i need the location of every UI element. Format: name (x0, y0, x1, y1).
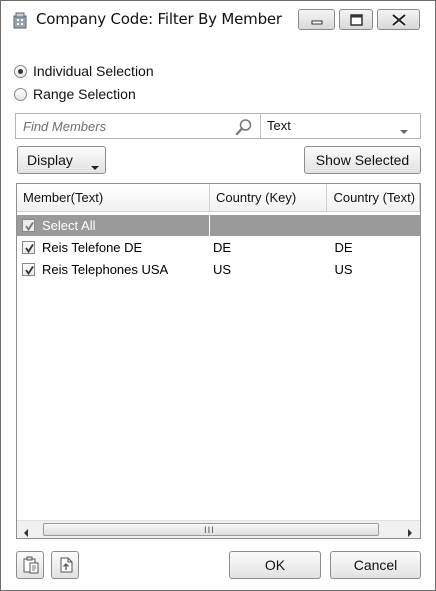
row-checkbox[interactable] (22, 263, 35, 276)
table-row[interactable]: Reis Telefone DE DE DE (17, 237, 420, 258)
paste-button[interactable] (16, 551, 44, 579)
country-key: US (213, 262, 232, 277)
table-cell (327, 215, 420, 236)
ok-button[interactable]: OK (229, 551, 321, 579)
checkmark-icon (25, 266, 34, 276)
select-all-label: Select All (42, 218, 96, 233)
close-button[interactable] (377, 9, 420, 30)
close-icon (391, 13, 407, 27)
column-header-country-key[interactable]: Country (Key) (210, 184, 328, 212)
filter-dialog: Company Code: Filter By Member Individua… (0, 0, 436, 591)
maximize-icon (350, 14, 363, 26)
minimize-button[interactable] (298, 9, 335, 30)
member-table: Member(Text) Country (Key) Country (Text… (16, 183, 421, 539)
show-selected-label: Show Selected (315, 152, 410, 168)
column-header-member-text[interactable]: Member(Text) (17, 184, 211, 212)
minimize-icon (311, 20, 323, 25)
table-cell (210, 215, 327, 236)
radio-button[interactable] (14, 87, 27, 101)
select-all-row[interactable]: Select All (17, 215, 420, 236)
grip-icon: III (204, 526, 215, 536)
divider (260, 114, 261, 138)
table-cell: Reis Telefone DE (17, 237, 210, 258)
country-key: DE (213, 240, 232, 255)
select-all-checkbox[interactable] (22, 219, 35, 232)
radio-button[interactable] (14, 64, 27, 78)
find-members-input[interactable] (17, 115, 257, 137)
country-text: US (334, 262, 353, 277)
radio-label: Individual Selection (33, 63, 154, 79)
title-bar[interactable]: Company Code: Filter By Member (1, 1, 435, 37)
chevron-down-icon (91, 158, 99, 174)
cancel-button[interactable]: Cancel (330, 551, 421, 579)
search-bar: Text (15, 113, 421, 139)
show-selected-button[interactable]: Show Selected (304, 146, 421, 174)
search-icon[interactable] (235, 118, 253, 139)
table-cell: Select All (17, 215, 211, 236)
maximize-button[interactable] (339, 9, 373, 30)
table-row[interactable]: Reis Telephones USA US US (17, 259, 420, 280)
radio-range-selection[interactable]: Range Selection (14, 86, 136, 102)
search-field-select[interactable]: Text (267, 118, 291, 133)
display-label: Display (27, 152, 73, 168)
export-button[interactable] (51, 551, 79, 579)
member-text: Reis Telephones USA (42, 262, 169, 277)
cancel-label: Cancel (353, 557, 398, 573)
window-title: Company Code: Filter By Member (36, 10, 282, 28)
row-checkbox[interactable] (22, 241, 35, 254)
country-text: DE (334, 240, 353, 255)
table-header: Member(Text) Country (Key) Country (Text… (17, 184, 420, 212)
export-icon (60, 557, 73, 573)
ok-label: OK (264, 557, 286, 573)
scroll-left-icon[interactable] (23, 525, 29, 538)
app-icon (11, 11, 29, 29)
column-header-country-text[interactable]: Country (Text) (327, 184, 420, 212)
chevron-down-icon[interactable] (399, 123, 409, 138)
display-dropdown-button[interactable]: Display (17, 146, 106, 174)
scrollbar-thumb[interactable]: III (43, 523, 379, 536)
radio-label: Range Selection (33, 86, 136, 102)
member-text: Reis Telefone DE (42, 240, 143, 255)
checkmark-icon (25, 222, 34, 232)
radio-individual-selection[interactable]: Individual Selection (14, 63, 154, 79)
horizontal-scrollbar[interactable]: III (17, 520, 420, 538)
paste-icon (23, 556, 39, 574)
checkmark-icon (25, 244, 34, 254)
table-cell: Reis Telephones USA (17, 259, 210, 280)
scroll-right-icon[interactable] (407, 525, 413, 538)
